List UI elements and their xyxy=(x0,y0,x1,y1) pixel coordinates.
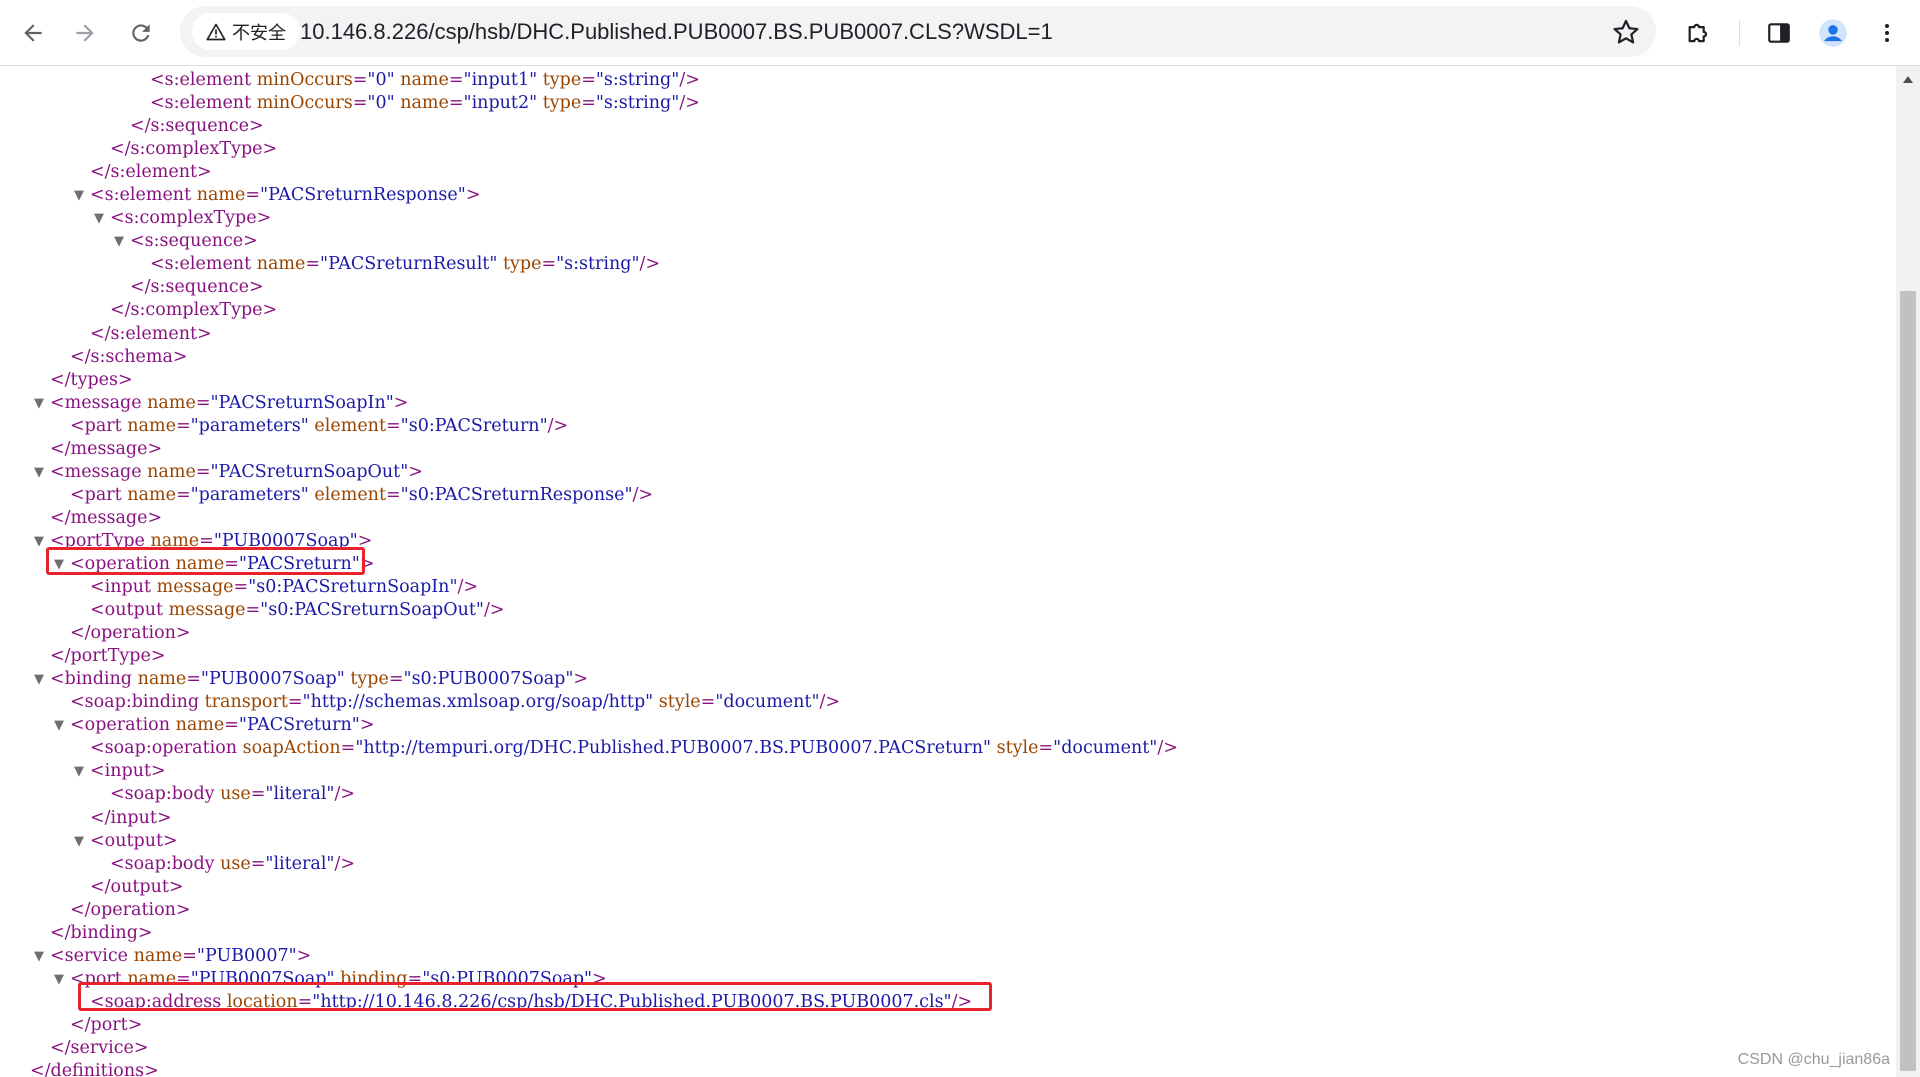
profile-avatar-icon xyxy=(1819,19,1847,47)
collapse-triangle-icon[interactable]: ▼ xyxy=(94,207,104,230)
xml-line-text: <s:element name="PACSreturnResponse"> xyxy=(90,185,481,206)
xml-line-text: <input message="s0:PACSreturnSoapIn"/> xyxy=(90,577,479,598)
xml-line-text: <soap:binding transport="http://schemas.… xyxy=(70,692,841,713)
collapse-triangle-icon[interactable]: ▼ xyxy=(34,945,44,968)
xml-line-text: <soap:operation soapAction="http://tempu… xyxy=(90,738,1178,759)
xml-line-text: </output> xyxy=(90,876,184,897)
scroll-up-arrow-icon[interactable] xyxy=(1903,76,1913,83)
xml-line-text: <s:sequence> xyxy=(130,231,258,252)
xml-line-text: <soap:body use="literal"/> xyxy=(110,784,356,805)
xml-line-text: <part name="parameters" element="s0:PACS… xyxy=(70,415,569,436)
xml-line-text: <s:element minOccurs="0" name="input1" t… xyxy=(150,70,700,90)
xml-line-text: </message> xyxy=(50,438,163,459)
xml-line-text: <output message="s0:PACSreturnSoapOut"/> xyxy=(90,600,505,621)
collapse-triangle-icon[interactable]: ▼ xyxy=(54,968,64,991)
collapse-triangle-icon[interactable]: ▼ xyxy=(74,184,84,207)
collapse-triangle-icon[interactable]: ▼ xyxy=(34,461,44,484)
bookmark-star-icon[interactable] xyxy=(1612,18,1640,46)
xml-line-text: </s:complexType> xyxy=(110,139,278,160)
scrollbar-thumb[interactable] xyxy=(1900,291,1916,1071)
xml-viewer: <s:element minOccurs="0" name="input1" t… xyxy=(0,66,1896,1077)
xml-line-text: </input> xyxy=(90,807,172,828)
collapse-triangle-icon[interactable]: ▼ xyxy=(74,830,84,853)
collapse-triangle-icon[interactable]: ▼ xyxy=(114,230,124,253)
security-label: 不安全 xyxy=(232,22,286,43)
profile-button[interactable] xyxy=(1816,16,1850,50)
toolbar-separator xyxy=(1739,20,1740,46)
xml-line-text: </service> xyxy=(50,1037,149,1058)
xml-line-text: <input> xyxy=(90,761,166,782)
xml-line-text: </types> xyxy=(50,369,133,390)
xml-line-text: </s:element> xyxy=(90,162,212,183)
xml-line-text: </operation> xyxy=(70,899,191,920)
xml-line-text: </s:sequence> xyxy=(130,277,264,298)
menu-button[interactable] xyxy=(1870,16,1904,50)
xml-line-text: <soap:body use="literal"/> xyxy=(110,853,356,874)
collapse-triangle-icon[interactable]: ▼ xyxy=(34,668,44,691)
collapse-triangle-icon[interactable]: ▼ xyxy=(74,760,84,783)
collapse-triangle-icon[interactable]: ▼ xyxy=(34,392,44,415)
forward-arrow-icon xyxy=(76,24,94,42)
xml-line-text: </s:sequence> xyxy=(130,116,264,137)
xml-line-text: </port> xyxy=(70,1014,143,1035)
reload-icon xyxy=(132,24,150,42)
collapse-triangle-icon[interactable]: ▼ xyxy=(54,714,64,737)
xml-line-text: </s:schema> xyxy=(70,346,188,367)
puzzle-extensions-icon xyxy=(1688,23,1708,43)
xml-line-text: <service name="PUB0007"> xyxy=(50,945,312,966)
highlight-box-soap-address xyxy=(78,982,992,1011)
xml-line-text: <s:element name="PACSreturnResult" type=… xyxy=(150,254,661,275)
collapse-triangle-icon[interactable]: ▼ xyxy=(34,530,44,553)
xml-line-text: <binding name="PUB0007Soap" type="s0:PUB… xyxy=(50,669,589,690)
xml-line-text: </binding> xyxy=(50,922,153,943)
forward-button[interactable] xyxy=(64,12,106,54)
xml-line-text: </message> xyxy=(50,507,163,528)
vertical-scrollbar[interactable] xyxy=(1896,66,1920,1077)
highlight-box-operation xyxy=(46,547,365,575)
xml-line-text: <message name="PACSreturnSoapOut"> xyxy=(50,461,423,482)
xml-line-text: </s:element> xyxy=(90,323,212,344)
side-panel-button[interactable] xyxy=(1762,16,1796,50)
xml-line-text: <s:element minOccurs="0" name="input2" t… xyxy=(150,93,700,114)
xml-line-text: </portType> xyxy=(50,646,166,667)
url-text[interactable]: 10.146.8.226/csp/hsb/DHC.Published.PUB00… xyxy=(300,6,1053,57)
xml-line-text: <s:complexType> xyxy=(110,208,272,229)
xml-line-text: </s:complexType> xyxy=(110,300,278,321)
kebab-menu-icon xyxy=(1885,24,1889,42)
xml-line-text: <output> xyxy=(90,830,178,851)
security-chip[interactable]: 不安全 xyxy=(192,13,300,50)
xml-line-text: <part name="parameters" element="s0:PACS… xyxy=(70,484,654,505)
browser-toolbar: 不安全 10.146.8.226/csp/hsb/DHC.Published.P… xyxy=(0,0,1920,66)
reload-button[interactable] xyxy=(120,12,162,54)
side-panel-icon xyxy=(1768,23,1790,43)
xml-line-text: </operation> xyxy=(70,623,191,644)
watermark: CSDN @chu_jian86a xyxy=(1737,1051,1890,1068)
xml-line-text: <message name="PACSreturnSoapIn"> xyxy=(50,392,409,413)
back-arrow-icon xyxy=(24,24,42,42)
address-bar[interactable]: 不安全 10.146.8.226/csp/hsb/DHC.Published.P… xyxy=(180,6,1656,57)
back-button[interactable] xyxy=(12,12,54,54)
extensions-button[interactable] xyxy=(1682,16,1716,50)
xml-line-text: <operation name="PACSreturn"> xyxy=(70,715,375,736)
warning-triangle-icon xyxy=(206,23,226,40)
xml-line-text: </definitions> xyxy=(30,1061,159,1077)
